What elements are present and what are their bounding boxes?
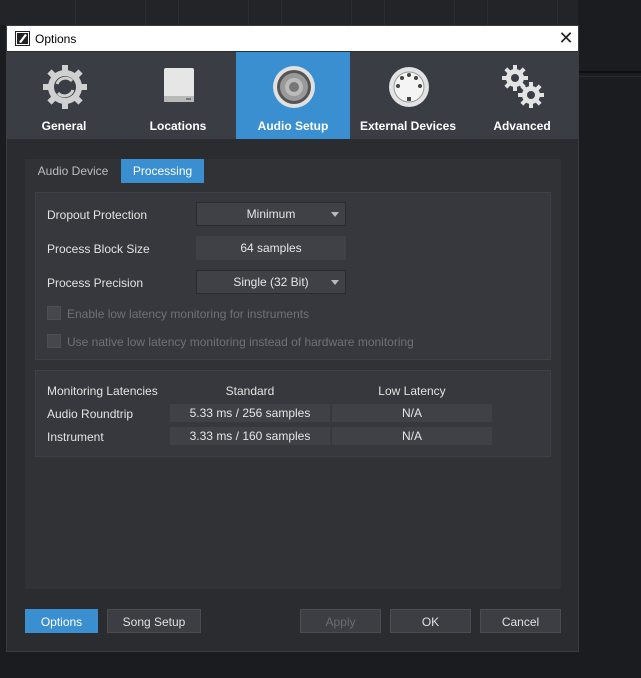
tab-label: Advanced [493, 119, 551, 133]
audio-roundtrip-standard: 5.33 ms / 256 samples [170, 404, 330, 422]
options-dialog: Options ✕ General Locations Audio Setup … [6, 25, 579, 652]
title-bar: Options ✕ [7, 26, 578, 51]
divider [578, 71, 641, 73]
audio-roundtrip-label: Audio Roundtrip [47, 407, 134, 421]
standard-column-header: Standard [225, 384, 275, 398]
low-latency-instruments-checkbox[interactable] [47, 306, 61, 320]
divider [578, 76, 641, 77]
app-icon [15, 31, 30, 46]
grid-line [557, 0, 558, 25]
midi-connector-icon [389, 67, 429, 107]
song-setup-button[interactable]: Song Setup [107, 609, 201, 633]
process-precision-label: Process Precision [47, 276, 144, 290]
dropdown-value: Single (32 Bit) [233, 275, 309, 289]
grid-line [487, 0, 488, 25]
grid-line [248, 0, 249, 25]
audio-roundtrip-low: N/A [332, 404, 492, 422]
tab-processing[interactable]: Processing [121, 159, 204, 183]
tab-audio-device[interactable]: Audio Device [25, 159, 121, 183]
speaker-icon [273, 66, 315, 108]
tab-label: External Devices [359, 119, 457, 133]
grid-line [75, 0, 76, 25]
grid-line [384, 0, 385, 25]
grid-line [454, 0, 455, 25]
process-precision-dropdown[interactable]: Single (32 Bit) [196, 270, 346, 294]
category-tabs: General Locations Audio Setup External D… [7, 52, 578, 139]
grid-line [145, 0, 146, 25]
tab-label: Audio Setup [257, 119, 329, 133]
monitoring-latencies-header: Monitoring Latencies [47, 384, 158, 398]
tab-general[interactable]: General [7, 52, 121, 139]
dialog-title: Options [35, 32, 77, 46]
dropdown-value: Minimum [246, 207, 296, 221]
chevron-down-icon [331, 212, 339, 217]
instrument-low: N/A [332, 427, 492, 445]
close-icon[interactable]: ✕ [557, 29, 575, 47]
low-latency-column-header: Low Latency [378, 384, 446, 398]
tab-advanced[interactable]: Advanced [465, 52, 579, 139]
settings-panel: Audio Device Processing Dropout Protecti… [25, 159, 561, 589]
dropout-protection-dropdown[interactable]: Minimum [196, 202, 346, 226]
tab-external-devices[interactable]: External Devices [351, 52, 465, 139]
native-low-latency-checkbox[interactable] [47, 334, 61, 348]
tab-audio-setup[interactable]: Audio Setup [236, 52, 350, 139]
ok-button[interactable]: OK [390, 609, 471, 633]
gear-cycle-icon [43, 65, 87, 109]
background-toolbar [0, 0, 641, 25]
processing-group: Dropout Protection Minimum Process Block… [35, 192, 551, 360]
instrument-label: Instrument [47, 430, 104, 444]
grid-line [178, 0, 179, 25]
tab-locations[interactable]: Locations [121, 52, 235, 139]
process-block-size-label: Process Block Size [47, 242, 150, 256]
drive-icon [164, 68, 194, 102]
cancel-button[interactable]: Cancel [480, 609, 561, 633]
tab-label: General [41, 119, 87, 133]
grid-line [351, 0, 352, 25]
background-app-area [578, 0, 641, 678]
grid-line [281, 0, 282, 25]
options-button[interactable]: Options [25, 609, 98, 633]
instrument-standard: 3.33 ms / 160 samples [170, 427, 330, 445]
chevron-down-icon [331, 280, 339, 285]
dropout-protection-label: Dropout Protection [47, 208, 148, 222]
tab-label: Locations [149, 119, 207, 133]
native-low-latency-label: Use native low latency monitoring instea… [67, 335, 414, 349]
low-latency-instruments-label: Enable low latency monitoring for instru… [67, 307, 310, 321]
apply-button[interactable]: Apply [300, 609, 381, 633]
gears-icon [502, 65, 544, 108]
latency-group: Monitoring Latencies Standard Low Latenc… [35, 370, 551, 457]
process-block-size-value: 64 samples [196, 236, 346, 260]
